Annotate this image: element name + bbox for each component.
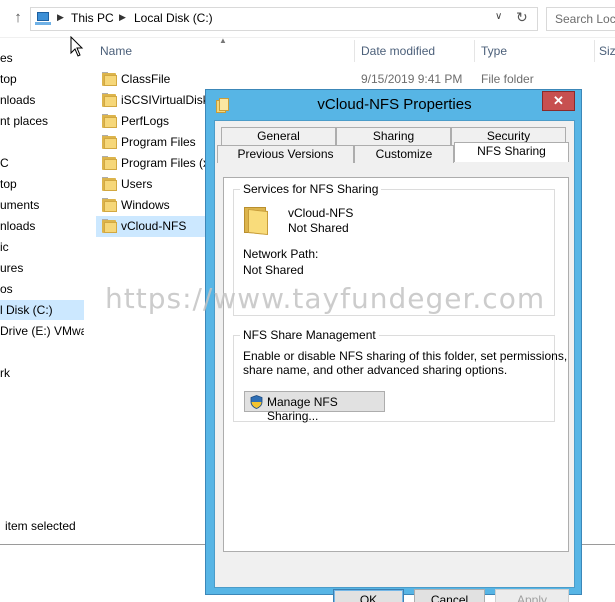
address-bar[interactable]: ▶ This PC ▶ Local Disk (C:) ∨ ↻ (30, 7, 538, 31)
manage-nfs-sharing-button[interactable]: Manage NFS Sharing... (244, 391, 385, 423)
nav-item[interactable]: rk (0, 363, 10, 383)
manage-nfs-sharing-label: Manage NFS Sharing... (267, 395, 338, 423)
management-description-line1: Enable or disable NFS sharing of this fo… (243, 349, 568, 363)
file-row[interactable]: ClassFile 9/15/2019 9:41 PM File folder (96, 69, 615, 90)
watermark-url: https://www.tayfundeger.com (105, 282, 546, 315)
breadcrumb-local-disk[interactable]: Local Disk (C:) (134, 11, 213, 25)
folder-icon (102, 177, 118, 191)
folder-icon (102, 198, 118, 212)
nav-item[interactable]: top (0, 174, 17, 194)
cancel-button[interactable]: Cancel (414, 589, 485, 602)
file-name: Users (121, 177, 153, 191)
tab-previous-versions[interactable]: Previous Versions (217, 145, 354, 163)
management-description-line2: share name, and other advanced sharing o… (243, 363, 508, 377)
tab-nfs-sharing[interactable]: NFS Sharing (454, 142, 569, 162)
this-pc-icon (35, 12, 51, 26)
tab-general[interactable]: General (221, 127, 336, 145)
nav-item[interactable]: C (0, 153, 9, 173)
file-type: File folder (481, 72, 534, 86)
network-path-value: Not Shared (243, 263, 304, 277)
file-name: Program Files (121, 135, 196, 149)
management-groupbox: NFS Share Management Enable or disable N… (233, 328, 567, 423)
file-name: iSCSIVirtualDisks (121, 93, 215, 107)
search-input[interactable] (547, 8, 615, 30)
ok-button[interactable]: OK (333, 589, 404, 602)
column-date-modified[interactable]: Date modified (345, 40, 475, 62)
close-button[interactable]: ✕ (542, 91, 575, 111)
nav-item[interactable]: ic (0, 237, 9, 257)
folder-icon (102, 135, 118, 149)
file-row-selected[interactable]: vCloud-NFS (96, 216, 208, 237)
refresh-icon[interactable]: ↻ (516, 9, 528, 26)
search-box[interactable] (546, 7, 615, 31)
folder-icon (102, 114, 118, 128)
nav-item-local-disk[interactable]: l Disk (C:) (0, 300, 84, 320)
nav-item[interactable]: top (0, 69, 17, 89)
folder-icon (102, 156, 118, 170)
tab-customize[interactable]: Customize (354, 145, 454, 163)
share-state: Not Shared (288, 221, 349, 235)
sort-ascending-icon: ▲ (219, 36, 227, 45)
uac-shield-icon (250, 395, 263, 409)
chevron-down-icon[interactable]: ∨ (495, 11, 502, 22)
nfs-sharing-panel: Services for NFS Sharing vCloud-NFS Not … (223, 177, 569, 552)
nav-item[interactable]: nt places (0, 111, 48, 131)
file-name: Windows (121, 198, 170, 212)
breadcrumb-chevron-icon[interactable]: ▶ (57, 12, 64, 23)
tab-sharing[interactable]: Sharing (336, 127, 451, 145)
nav-item[interactable]: Drive (E:) VMwa (0, 321, 84, 341)
nav-item[interactable]: es (0, 48, 13, 68)
breadcrumb-chevron-icon[interactable]: ▶ (119, 12, 126, 23)
folder-icon (242, 204, 270, 236)
breadcrumb-this-pc[interactable]: This PC (71, 11, 114, 25)
folder-icon (102, 219, 118, 233)
up-arrow-icon[interactable]: ↑ (10, 8, 26, 28)
address-bar-area: ↑ ▶ This PC ▶ Local Disk (C:) ∨ ↻ (0, 0, 615, 38)
folder-icon (102, 72, 118, 86)
file-name: ClassFile (121, 72, 171, 86)
shared-folder-name: vCloud-NFS (288, 206, 354, 220)
file-date: 9/15/2019 9:41 PM (361, 72, 463, 86)
status-text: item selected (5, 519, 76, 533)
management-group-legend: NFS Share Management (240, 328, 379, 342)
column-type[interactable]: Type (465, 40, 595, 62)
dialog-body: General Sharing Security Previous Versio… (214, 120, 575, 602)
nav-item[interactable]: nloads (0, 216, 35, 236)
file-name: vCloud-NFS (121, 219, 187, 233)
nav-item[interactable]: uments (0, 195, 39, 215)
nav-item[interactable]: nloads (0, 90, 35, 110)
mouse-pointer-icon (70, 36, 84, 57)
file-name: PerfLogs (121, 114, 170, 128)
network-path-label: Network Path: (243, 247, 319, 261)
apply-button[interactable]: Apply (495, 589, 569, 602)
dialog-title: vCloud-NFS Properties (317, 96, 472, 113)
folder-icon (102, 93, 118, 107)
navigation-pane: es top nloads nt places C top uments nlo… (0, 38, 84, 543)
nav-item[interactable]: os (0, 279, 13, 299)
services-group-legend: Services for NFS Sharing (240, 182, 382, 196)
column-size[interactable]: Size (583, 40, 615, 62)
nav-item[interactable]: ures (0, 258, 23, 278)
properties-dialog: vCloud-NFS Properties ✕ General Sharing … (205, 89, 582, 602)
